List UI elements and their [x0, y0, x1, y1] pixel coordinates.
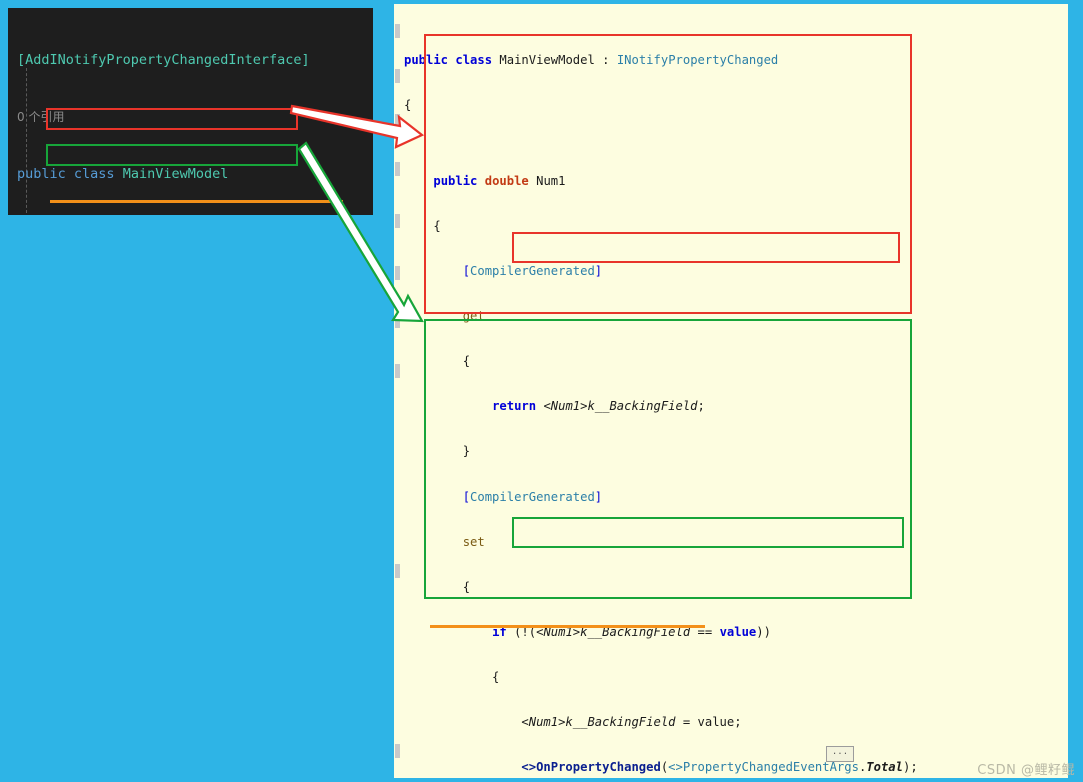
keyword-public: public [17, 166, 66, 182]
event-args-type: <>PropertyChangedEventArgs [668, 760, 859, 775]
semi: ; [697, 399, 705, 414]
r-line-brace: { [404, 670, 500, 685]
space-1 [66, 166, 74, 182]
bracket-close: ] [594, 263, 603, 278]
property-name-num1: Num1 [536, 173, 566, 188]
bracket-open: [ [462, 489, 471, 504]
keyword-class: class [455, 53, 493, 68]
colon: : [602, 53, 610, 68]
highlight-box-num1-red [46, 108, 298, 130]
semi: ; [734, 715, 742, 730]
gutter-mark [395, 564, 400, 578]
left-line-attribute: [AddINotifyPropertyChangedInterface] [17, 51, 373, 70]
bracket-open: [ [462, 263, 471, 278]
r-line-attr-cg: [CompilerGenerated] [404, 490, 947, 505]
attribute-compilergenerated: CompilerGenerated [470, 489, 595, 504]
backing-field-num1: <Num1>k__BackingField [543, 399, 698, 414]
keyword-value: value [719, 624, 757, 639]
keyword-get: get [462, 308, 485, 323]
gutter-mark [395, 744, 400, 758]
gutter-mark [395, 162, 400, 176]
highlight-underline-total-orange [50, 200, 343, 203]
r-line-set: set [404, 535, 947, 550]
r-line-brace: { [404, 354, 471, 369]
r-line-return-num1: return <Num1>k__BackingField; [404, 399, 947, 414]
decompiled-code-viewer[interactable]: public class MainViewModel : INotifyProp… [394, 4, 1068, 778]
value-token: value [697, 715, 735, 730]
r-line-class-decl: public class MainViewModel : INotifyProp… [404, 53, 947, 68]
paren-close: )) [756, 624, 771, 639]
r-line-num1-decl: public double Num1 [404, 174, 947, 189]
gutter-mark [395, 69, 400, 83]
r-line-assign-num1: <Num1>k__BackingField = value; [404, 715, 947, 730]
gutter-mark [395, 266, 400, 280]
r-line-get: get [404, 309, 947, 324]
interface-name: INotifyPropertyChanged [616, 53, 779, 68]
arg-total: Total [866, 760, 903, 775]
left-line-class-decl: public class MainViewModel [17, 165, 373, 184]
class-name: MainViewModel [499, 53, 595, 68]
collapsed-body-button[interactable]: ... [826, 746, 854, 762]
r-line-brace: } [404, 444, 471, 459]
watermark-label: CSDN @鲤籽鲲 [977, 763, 1075, 778]
keyword-return: return [492, 399, 537, 414]
space-2 [115, 166, 123, 182]
r-line-attr-cg: [CompilerGenerated] [404, 264, 947, 279]
highlight-underline-total-decompiled-orange [430, 625, 705, 628]
paren-semi: ); [902, 760, 918, 775]
gutter-mark [395, 114, 400, 128]
gutter-mark [395, 314, 400, 328]
r-line-raise-total-1: <>OnPropertyChanged(<>PropertyChangedEve… [404, 760, 947, 775]
keyword-class: class [73, 166, 115, 182]
attribute-compilergenerated: CompilerGenerated [470, 263, 595, 278]
bracket-close: ] [594, 489, 603, 504]
attribute-token: [AddINotifyPropertyChangedInterface] [17, 52, 310, 68]
gutter-mark [395, 24, 400, 38]
decompiled-code-text[interactable]: public class MainViewModel : INotifyProp… [404, 8, 947, 778]
r-line-brace: { [404, 218, 441, 233]
class-name-token: MainViewModel [122, 166, 229, 182]
code-gutter [394, 4, 401, 778]
r-line-brace: { [404, 579, 471, 594]
r-line-open-brace: { [404, 98, 412, 113]
on-property-changed-call: <>OnPropertyChanged [521, 760, 661, 775]
source-code-editor[interactable]: [AddINotifyPropertyChangedInterface] 0 个… [8, 8, 373, 215]
keyword-double: double [484, 173, 529, 188]
gutter-mark [395, 364, 400, 378]
highlight-box-num2-green [46, 144, 298, 166]
keyword-public: public [433, 173, 478, 188]
keyword-public: public [404, 53, 449, 68]
keyword-set: set [462, 534, 485, 549]
gutter-mark [395, 214, 400, 228]
assign-op: = [682, 715, 691, 730]
backing-field-num1: <Num1>k__BackingField [521, 715, 676, 730]
